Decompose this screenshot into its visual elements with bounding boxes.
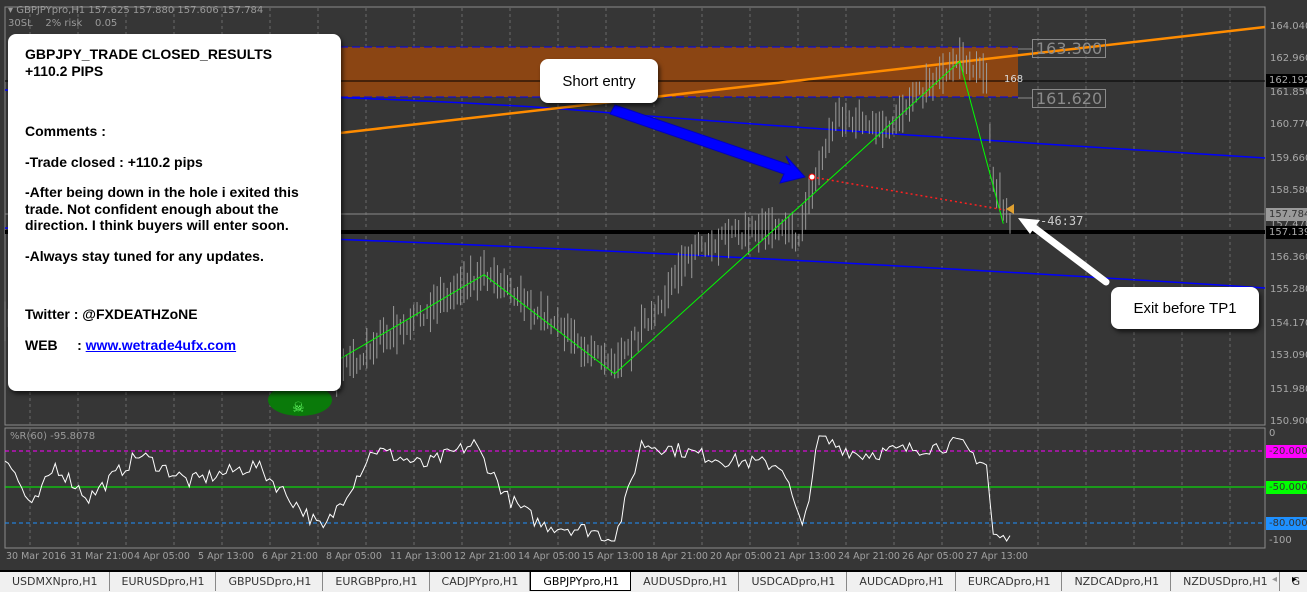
time-axis-label: 24 Apr 21:00 (838, 551, 900, 562)
zigzag-line (339, 60, 1004, 375)
price-axis-label: 151.980 (1270, 383, 1307, 395)
web-link[interactable]: www.wetrade4ufx.com (86, 337, 236, 353)
chart-tab[interactable]: EURGBPpro,H1 (323, 572, 430, 591)
chart-tab[interactable]: USDCADpro,H1 (739, 572, 848, 591)
price-axis-label: 160.770 (1270, 119, 1307, 131)
chart-tab[interactable]: EURUSDpro,H1 (110, 572, 217, 591)
time-axis-label: 8 Apr 05:00 (326, 551, 382, 562)
chart-tab[interactable]: GBPUSDpro,H1 (216, 572, 324, 591)
trade-results-note: GBPJPY_TRADE CLOSED_RESULTS +110.2 PIPS … (8, 34, 341, 391)
price-axis-label: 150.900 (1270, 416, 1307, 427)
wpr-line (4, 435, 1011, 542)
time-axis-label: 12 Apr 21:00 (454, 551, 516, 562)
tab-scroll-right-icon[interactable]: ▸ (1292, 574, 1297, 585)
price-axis-label: 155.280 (1270, 284, 1307, 296)
chart-tab[interactable]: GBPJPYpro,H1 (530, 572, 632, 591)
time-axis-label: 5 Apr 13:00 (198, 551, 254, 562)
upper-level-label: 163.300 (1032, 39, 1107, 58)
entry-marker-icon (808, 173, 816, 181)
skull-icon: ☠ (292, 400, 305, 416)
trade-panel-info: 30SL 2% risk 0.05 (8, 18, 118, 29)
wpr-level-0: 0 (1269, 428, 1276, 439)
bar-countdown: -46:37 (1040, 214, 1084, 228)
time-axis-label: 27 Apr 13:00 (966, 551, 1028, 562)
blue-arrow-icon (609, 104, 806, 184)
note-comments-heading: Comments : (25, 123, 106, 139)
time-axis-label: 31 Mar 21:00 (70, 551, 134, 562)
time-axis-label: 11 Apr 13:00 (390, 551, 452, 562)
exit-callout: Exit before TP1 (1111, 287, 1259, 329)
price-axis-label: 153.090 (1270, 350, 1307, 362)
time-axis-label: 15 Apr 13:00 (582, 551, 644, 562)
time-axis-label: 26 Apr 05:00 (902, 551, 964, 562)
wpr-level-100: -100 (1269, 535, 1292, 546)
time-axis-label: 30 Mar 2016 (6, 551, 67, 562)
chart-tab[interactable]: EURCADpro,H1 (956, 572, 1063, 591)
indicator-frame (4, 427, 1266, 549)
price-axis-label: 158.580 (1270, 185, 1307, 197)
note-web: WEB : www.wetrade4ufx.com (25, 337, 341, 354)
chart-tabs: USDMXNpro,H1 EURUSDpro,H1 GBPUSDpro,H1 EURG… (0, 570, 1307, 592)
note-line-1: -Trade closed : +110.2 pips (25, 153, 203, 170)
wpr-level-20: -20.0000 (1266, 445, 1307, 458)
web-label: WEB : (25, 336, 86, 353)
support-line-label: 157.139 (1266, 226, 1307, 239)
chart-symbol-info: ▾ GBPJPYpro,H1 157.625 157.880 157.606 1… (8, 5, 264, 16)
trade-history-line (811, 176, 1006, 211)
time-axis-label: 14 Apr 05:00 (518, 551, 580, 562)
fib-level-label: 168 (1004, 74, 1024, 85)
price-axis-label: 159.660 (1270, 152, 1307, 164)
time-axis-label: 4 Apr 05:00 (134, 551, 190, 562)
time-axis-label: 21 Apr 13:00 (774, 551, 836, 562)
wpr-level-50: -50.0000 (1266, 481, 1307, 494)
note-pips: +110.2 PIPS (25, 62, 104, 79)
indicator-title: %R(60) -95.8078 (10, 431, 96, 442)
note-twitter: Twitter : @FXDEATHZoNE (25, 306, 198, 322)
note-line-2: -After being down in the hole i exited t… (25, 184, 299, 233)
price-axis-label: 164.040 (1270, 21, 1307, 32)
price-axis-label: 154.170 (1270, 317, 1307, 329)
chart-tab[interactable]: NZDCADpro,H1 (1062, 572, 1172, 591)
chart-tab[interactable]: AUDUSDpro,H1 (631, 572, 740, 591)
tab-scroll-left-icon[interactable]: ◂ (1272, 574, 1277, 585)
chart-tab[interactable]: NZDUSDpro,H1 (1171, 572, 1280, 591)
bid-price-label: 157.784 (1266, 208, 1307, 221)
time-axis-label: 18 Apr 21:00 (646, 551, 708, 562)
price-axis-label: 156.360 (1270, 251, 1307, 263)
chart-tab[interactable]: USDMXNpro,H1 (0, 572, 110, 591)
chart-tab[interactable]: CADJPYpro,H1 (430, 572, 531, 591)
note-title: GBPJPY_TRADE CLOSED_RESULTS (25, 46, 273, 62)
exit-marker-icon (1006, 204, 1014, 214)
time-axis-label: 20 Apr 05:00 (710, 551, 772, 562)
wpr-level-80: -80.0000 (1266, 517, 1307, 530)
chart-tab[interactable]: AUDCADpro,H1 (847, 572, 956, 591)
price-axis-label: 162.960 (1270, 53, 1307, 65)
time-axis-label: 6 Apr 21:00 (262, 551, 318, 562)
price-axis-label: 161.850 (1270, 86, 1307, 98)
note-line-3: -Always stay tuned for any updates. (25, 247, 264, 264)
lower-level-label: 161.620 (1032, 89, 1107, 108)
price-line-label: 162.192 (1266, 74, 1307, 87)
short-entry-callout: Short entry (540, 59, 658, 103)
